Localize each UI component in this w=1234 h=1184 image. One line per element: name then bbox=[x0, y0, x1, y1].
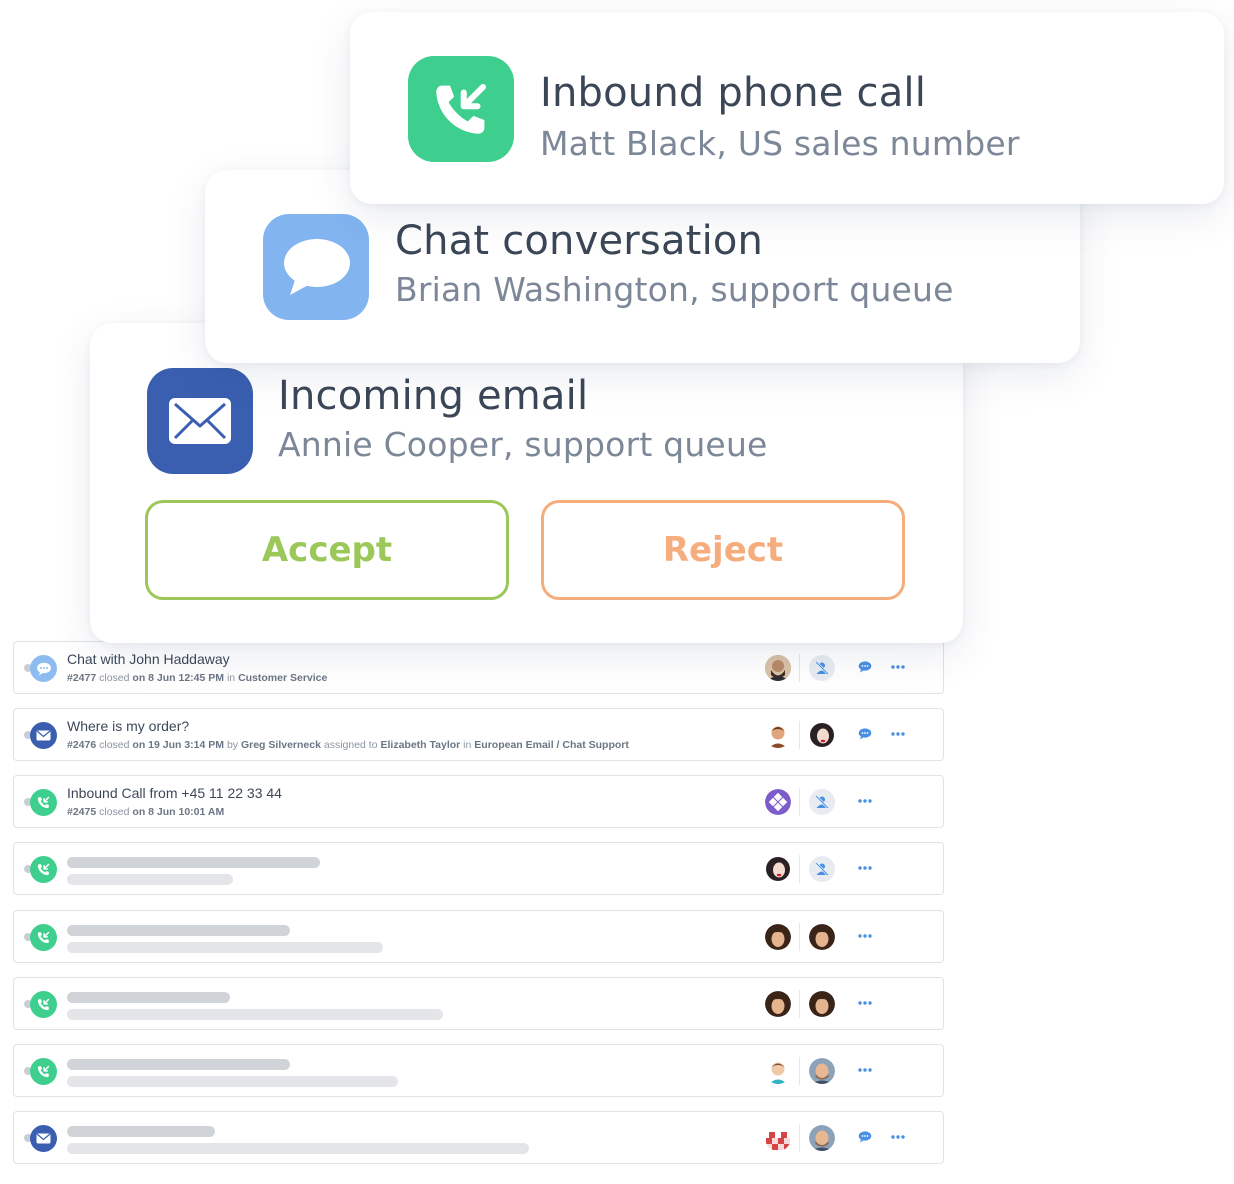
meta-placeholder bbox=[67, 1143, 529, 1154]
accept-button[interactable]: Accept bbox=[145, 500, 509, 600]
unassigned-agent-icon[interactable] bbox=[809, 789, 835, 815]
ticket-row[interactable]: Where is my order? #2476 closed on 19 Ju… bbox=[13, 708, 944, 761]
title-placeholder bbox=[67, 857, 320, 868]
ticket-title[interactable]: Where is my order? bbox=[67, 718, 189, 734]
chat-icon[interactable] bbox=[857, 726, 873, 742]
title-placeholder bbox=[67, 1059, 290, 1070]
more-options-icon[interactable] bbox=[889, 1129, 907, 1145]
avatar bbox=[765, 991, 791, 1017]
unassigned-agent-icon[interactable] bbox=[809, 856, 835, 882]
notification-title: Chat conversation bbox=[395, 218, 764, 264]
meta-placeholder bbox=[67, 942, 383, 953]
avatar bbox=[765, 924, 791, 950]
more-options-icon[interactable] bbox=[856, 1062, 874, 1078]
divider bbox=[799, 654, 800, 682]
avatar bbox=[765, 655, 791, 681]
envelope-icon bbox=[147, 368, 253, 474]
ticket-meta: #2476 closed on 19 Jun 3:14 PM by Greg S… bbox=[67, 739, 629, 751]
ticket-row[interactable] bbox=[13, 1044, 944, 1097]
ticket-row[interactable] bbox=[13, 910, 944, 963]
more-options-icon[interactable] bbox=[856, 995, 874, 1011]
ticket-meta: #2475 closed on 8 Jun 10:01 AM bbox=[67, 806, 225, 818]
ticket-title[interactable]: Inbound Call from +45 11 22 33 44 bbox=[67, 785, 282, 801]
avatar bbox=[765, 1058, 791, 1084]
avatar bbox=[809, 1125, 835, 1151]
email-channel-icon bbox=[30, 722, 57, 749]
meta-placeholder bbox=[67, 1076, 398, 1087]
phone-channel-icon bbox=[30, 789, 57, 816]
ticket-row[interactable]: Chat with John Haddaway #2477 closed on … bbox=[13, 641, 944, 694]
title-placeholder bbox=[67, 1126, 215, 1137]
phone-incoming-icon bbox=[408, 56, 514, 162]
notification-card-phone: Inbound phone call Matt Black, US sales … bbox=[350, 12, 1224, 204]
notification-title: Inbound phone call bbox=[540, 70, 927, 116]
ticket-row[interactable] bbox=[13, 1111, 944, 1164]
chat-channel-icon bbox=[30, 655, 57, 682]
divider bbox=[799, 923, 800, 951]
more-options-icon[interactable] bbox=[889, 726, 907, 742]
avatar bbox=[765, 1125, 791, 1151]
email-channel-icon bbox=[30, 1125, 57, 1152]
notification-title: Incoming email bbox=[278, 373, 589, 419]
notification-subtitle: Annie Cooper, support queue bbox=[278, 425, 768, 464]
chat-icon[interactable] bbox=[857, 659, 873, 675]
divider bbox=[799, 721, 800, 749]
more-options-icon[interactable] bbox=[856, 928, 874, 944]
ticket-row[interactable] bbox=[13, 842, 944, 895]
avatar bbox=[765, 789, 791, 815]
ticket-title[interactable]: Chat with John Haddaway bbox=[67, 651, 230, 667]
ticket-meta: #2477 closed on 8 Jun 12:45 PM in Custom… bbox=[67, 672, 328, 684]
meta-placeholder bbox=[67, 874, 233, 885]
divider bbox=[799, 855, 800, 883]
notification-card-email: Incoming email Annie Cooper, support que… bbox=[90, 323, 963, 643]
ticket-row[interactable] bbox=[13, 977, 944, 1030]
phone-channel-icon bbox=[30, 856, 57, 883]
more-options-icon[interactable] bbox=[889, 659, 907, 675]
divider bbox=[799, 1124, 800, 1152]
divider bbox=[799, 788, 800, 816]
meta-placeholder bbox=[67, 1009, 443, 1020]
more-options-icon[interactable] bbox=[856, 860, 874, 876]
divider bbox=[799, 990, 800, 1018]
notification-subtitle: Brian Washington, support queue bbox=[395, 270, 954, 309]
phone-channel-icon bbox=[30, 924, 57, 951]
notification-subtitle: Matt Black, US sales number bbox=[540, 124, 1020, 163]
divider bbox=[799, 1057, 800, 1085]
avatar bbox=[765, 856, 791, 882]
title-placeholder bbox=[67, 992, 230, 1003]
ticket-row[interactable]: Inbound Call from +45 11 22 33 44 #2475 … bbox=[13, 775, 944, 828]
more-options-icon[interactable] bbox=[856, 793, 874, 809]
phone-channel-icon bbox=[30, 991, 57, 1018]
reject-button[interactable]: Reject bbox=[541, 500, 905, 600]
avatar bbox=[765, 722, 791, 748]
avatar bbox=[809, 991, 835, 1017]
title-placeholder bbox=[67, 925, 290, 936]
phone-channel-icon bbox=[30, 1058, 57, 1085]
avatar bbox=[809, 722, 835, 748]
avatar bbox=[809, 1058, 835, 1084]
chat-icon[interactable] bbox=[857, 1129, 873, 1145]
chat-bubble-icon bbox=[263, 214, 369, 320]
unassigned-agent-icon[interactable] bbox=[809, 655, 835, 681]
avatar bbox=[809, 924, 835, 950]
